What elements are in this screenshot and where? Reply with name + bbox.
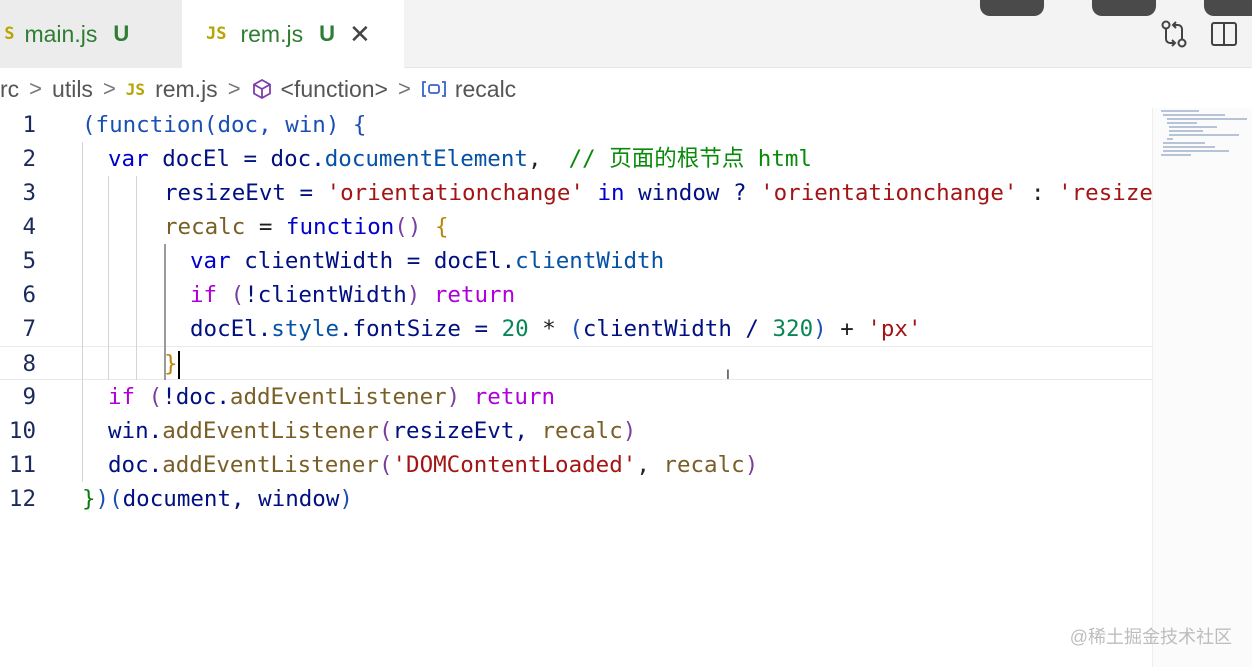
line-number: 6 <box>22 282 36 308</box>
js-file-icon: JS <box>4 24 15 44</box>
line-number: 12 <box>8 486 36 512</box>
minimap-line <box>1167 122 1197 124</box>
variable-icon <box>421 80 447 98</box>
code-text: doc.addEventListener('DOMContentLoaded',… <box>108 452 759 478</box>
line-number: 1 <box>22 112 36 138</box>
indent-guide <box>136 176 137 380</box>
code-text: resizeEvt = 'orientationchange' in windo… <box>164 180 1152 206</box>
minimap-line <box>1163 146 1215 148</box>
line-number: 5 <box>22 248 36 274</box>
code-line[interactable]: 9 if (!doc.addEventListener) return <box>0 380 1152 414</box>
minimap-line <box>1163 142 1205 144</box>
code-line[interactable]: 11 doc.addEventListener('DOMContentLoaded… <box>0 448 1152 482</box>
untracked-badge: U <box>113 21 130 46</box>
line-number: 11 <box>8 452 36 478</box>
tab-rem-js[interactable]: JS rem.js U ✕ <box>182 0 404 68</box>
tab-label: rem.js <box>240 20 304 47</box>
code-text: if (!doc.addEventListener) return <box>108 384 556 410</box>
code-line[interactable]: 2 var docEl = doc.documentElement, // 页面的… <box>0 142 1152 176</box>
window-control-button[interactable] <box>980 0 1044 16</box>
line-number: 10 <box>8 418 36 444</box>
code-text: if (!clientWidth) return <box>190 282 516 308</box>
code-line[interactable]: 6 if (!clientWidth) return <box>0 278 1152 312</box>
chevron-right-icon: > <box>102 76 116 101</box>
minimap-line <box>1161 110 1199 112</box>
chevron-right-icon: > <box>227 76 241 101</box>
text-cursor-icon: I <box>726 366 730 382</box>
code-line[interactable]: 7 docEl.style.fontSize = 20 * (clientWidt… <box>0 312 1152 346</box>
minimap-line <box>1167 138 1173 140</box>
cube-icon <box>251 78 273 100</box>
line-number: 7 <box>22 316 36 342</box>
code-line[interactable]: 1 (function(doc, win) { <box>0 108 1152 142</box>
code-text: } <box>164 350 180 379</box>
code-text: (function(doc, win) { <box>82 112 367 138</box>
code-line[interactable]: 4 recalc = function() { <box>0 210 1152 244</box>
watermark: @稀土掘金技术社区 <box>1069 627 1232 647</box>
minimap-line <box>1167 118 1247 120</box>
chevron-right-icon: > <box>29 76 43 101</box>
tab-main-js[interactable]: JS main.js U <box>0 0 182 68</box>
text-caret <box>177 350 180 379</box>
breadcrumb-item[interactable]: rem.js <box>155 76 218 103</box>
code-editor[interactable]: 1 (function(doc, win) { 2 var docEl = doc.d… <box>0 108 1152 667</box>
untracked-badge: U <box>319 21 335 46</box>
minimap-line <box>1169 126 1217 128</box>
code-text: recalc = function() { <box>164 214 449 240</box>
minimap-line <box>1163 150 1229 152</box>
line-number: 2 <box>22 146 36 172</box>
code-text: })(document, window) <box>82 486 353 512</box>
js-file-icon: JS <box>125 79 146 99</box>
indent-guide <box>108 176 109 380</box>
chevron-right-icon: > <box>397 76 411 101</box>
breadcrumb-item[interactable]: rc <box>0 76 19 103</box>
breadcrumb-item[interactable]: recalc <box>455 76 516 103</box>
code-line[interactable]: 8} <box>0 346 1152 380</box>
tab-label: main.js <box>24 20 98 47</box>
tab-bar: JS main.js U JS rem.js U ✕ <box>0 0 1252 68</box>
indent-guide <box>164 244 166 380</box>
line-number: 3 <box>22 180 36 206</box>
compare-icon[interactable] <box>1158 16 1190 52</box>
close-icon[interactable]: ✕ <box>349 19 371 50</box>
window-control-button[interactable] <box>1204 0 1252 16</box>
code-line[interactable]: 12 })(document, window) <box>0 482 1152 516</box>
code-line[interactable]: 10 win.addEventListener(resizeEvt, recalc… <box>0 414 1152 448</box>
window-control-button[interactable] <box>1092 0 1156 16</box>
split-editor-icon[interactable] <box>1208 16 1240 52</box>
code-text: var docEl = doc.documentElement, // 页面的根… <box>108 146 812 172</box>
minimap-line <box>1169 134 1239 136</box>
js-file-icon: JS <box>206 24 227 44</box>
line-number: 8 <box>22 351 36 377</box>
breadcrumb-item[interactable]: <function> <box>281 76 388 103</box>
minimap-line <box>1169 130 1203 132</box>
breadcrumb-item[interactable]: utils <box>52 76 93 103</box>
code-line[interactable]: 3 resizeEvt = 'orientationchange' in wind… <box>0 176 1152 210</box>
minimap-line <box>1161 154 1191 156</box>
line-number: 9 <box>22 384 36 410</box>
code-text: docEl.style.fontSize = 20 * (clientWidth… <box>190 316 922 342</box>
minimap[interactable] <box>1152 108 1252 667</box>
code-line[interactable]: 5 var clientWidth = docEl.clientWidth <box>0 244 1152 278</box>
indent-guide <box>82 142 83 482</box>
code-text: var clientWidth = docEl.clientWidth <box>190 248 665 274</box>
line-number: 4 <box>22 214 36 240</box>
minimap-line <box>1163 114 1225 116</box>
code-text: win.addEventListener(resizeEvt, recalc) <box>108 418 637 444</box>
breadcrumb: rc > utils > JS rem.js > <function> > re… <box>0 70 516 108</box>
